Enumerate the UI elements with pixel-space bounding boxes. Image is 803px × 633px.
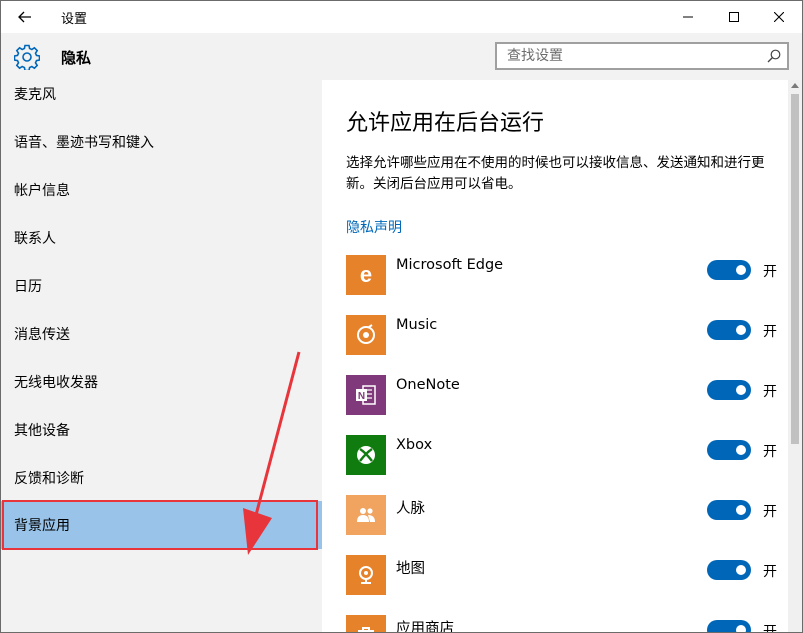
sidebar-item-label: 反馈和诊断 (14, 471, 84, 487)
toggle-knob (736, 445, 746, 455)
toggle-state-label: 开 (763, 624, 777, 632)
app-row-onenote: N OneNote 开 (346, 375, 786, 415)
scrollbar-thumb[interactable] (791, 94, 799, 444)
onenote-background-toggle[interactable] (707, 380, 751, 400)
section-heading: 允许应用在后台运行 (346, 111, 545, 136)
sidebar-item-label: 消息传送 (14, 327, 70, 343)
maps-background-toggle[interactable] (707, 560, 751, 580)
maximize-icon (729, 12, 739, 22)
title-bar: 设置 (1, 1, 802, 33)
app-name: Xbox (396, 437, 433, 453)
page-title: 隐私 (61, 49, 92, 67)
app-row-edge: e Microsoft Edge 开 (346, 255, 786, 295)
app-name: 地图 (396, 561, 425, 577)
toggle-knob (736, 265, 746, 275)
maps-icon (346, 555, 386, 595)
sidebar-item-label: 无线电收发器 (14, 375, 98, 391)
gear-icon (14, 44, 40, 70)
sidebar-item-contacts[interactable]: 联系人 (1, 214, 322, 262)
toggle-knob (736, 625, 746, 632)
app-name: Microsoft Edge (396, 257, 504, 273)
app-name: 应用商店 (396, 621, 454, 632)
xbox-background-toggle[interactable] (707, 440, 751, 460)
edge-icon: e (346, 255, 386, 295)
toggle-knob (736, 385, 746, 395)
toggle-state-label: 开 (763, 324, 777, 340)
edge-background-toggle[interactable] (707, 260, 751, 280)
toggle-knob (736, 505, 746, 515)
minimize-icon (683, 16, 693, 18)
privacy-statement-link[interactable]: 隐私声明 (346, 217, 402, 237)
settings-window: 设置 隐私 麦克风 语音、墨迹书写和键入 帐 (0, 0, 803, 633)
sidebar-item-speech-inking[interactable]: 语音、墨迹书写和键入 (1, 118, 322, 166)
app-name: OneNote (396, 377, 460, 393)
people-background-toggle[interactable] (707, 500, 751, 520)
svg-text:N: N (358, 391, 365, 402)
people-icon (346, 495, 386, 535)
main-scrollbar[interactable] (788, 80, 802, 632)
search-box[interactable] (495, 42, 789, 70)
app-row-xbox: Xbox 开 (346, 435, 786, 475)
sidebar-item-label: 麦克风 (14, 87, 56, 103)
app-name: 人脉 (396, 501, 425, 517)
main-content: 允许应用在后台运行 选择允许哪些应用在不使用的时候也可以接收信息、发送通知和进行… (322, 80, 788, 632)
music-icon (346, 315, 386, 355)
search-input[interactable] (497, 44, 767, 68)
music-background-toggle[interactable] (707, 320, 751, 340)
sidebar-item-calendar[interactable]: 日历 (1, 262, 322, 310)
minimize-button[interactable] (665, 1, 711, 33)
toggle-knob (736, 325, 746, 335)
close-icon (774, 12, 784, 22)
annotation-arrow-icon (243, 351, 301, 555)
sidebar-nav: 麦克风 语音、墨迹书写和键入 帐户信息 联系人 日历 消息传送 无线电收发器 其… (1, 80, 322, 632)
window-title: 设置 (61, 12, 88, 27)
sidebar-item-label: 其他设备 (14, 423, 70, 439)
sidebar-item-label: 帐户信息 (14, 183, 70, 199)
back-button[interactable] (11, 5, 39, 29)
onenote-icon: N (346, 375, 386, 415)
sidebar-item-microphone[interactable]: 麦克风 (1, 80, 322, 118)
app-row-people: 人脉 开 (346, 495, 786, 535)
toggle-state-label: 开 (763, 384, 777, 400)
back-arrow-icon (18, 11, 31, 23)
toggle-state-label: 开 (763, 444, 777, 460)
close-button[interactable] (756, 1, 802, 33)
store-icon (346, 615, 386, 632)
sidebar-item-label: 联系人 (14, 231, 56, 247)
app-row-maps: 地图 开 (346, 555, 786, 595)
sidebar-item-label: 日历 (14, 279, 42, 295)
store-background-toggle[interactable] (707, 620, 751, 632)
maximize-button[interactable] (711, 1, 757, 33)
toggle-knob (736, 565, 746, 575)
app-row-music: Music 开 (346, 315, 786, 355)
svg-text:e: e (360, 263, 372, 287)
app-name: Music (396, 317, 438, 333)
sidebar-item-label: 语音、墨迹书写和键入 (14, 135, 154, 151)
toggle-state-label: 开 (763, 564, 777, 580)
section-description: 选择允许哪些应用在不使用的时候也可以接收信息、发送通知和进行更新。关闭后台应用可… (346, 155, 765, 192)
xbox-icon (346, 435, 386, 475)
settings-header: 隐私 (1, 33, 802, 80)
sidebar-item-account-info[interactable]: 帐户信息 (1, 166, 322, 214)
search-icon[interactable] (767, 49, 781, 63)
app-row-store: 应用商店 开 (346, 615, 786, 632)
scroll-up-icon[interactable] (791, 83, 799, 88)
toggle-state-label: 开 (763, 264, 777, 280)
toggle-state-label: 开 (763, 504, 777, 520)
